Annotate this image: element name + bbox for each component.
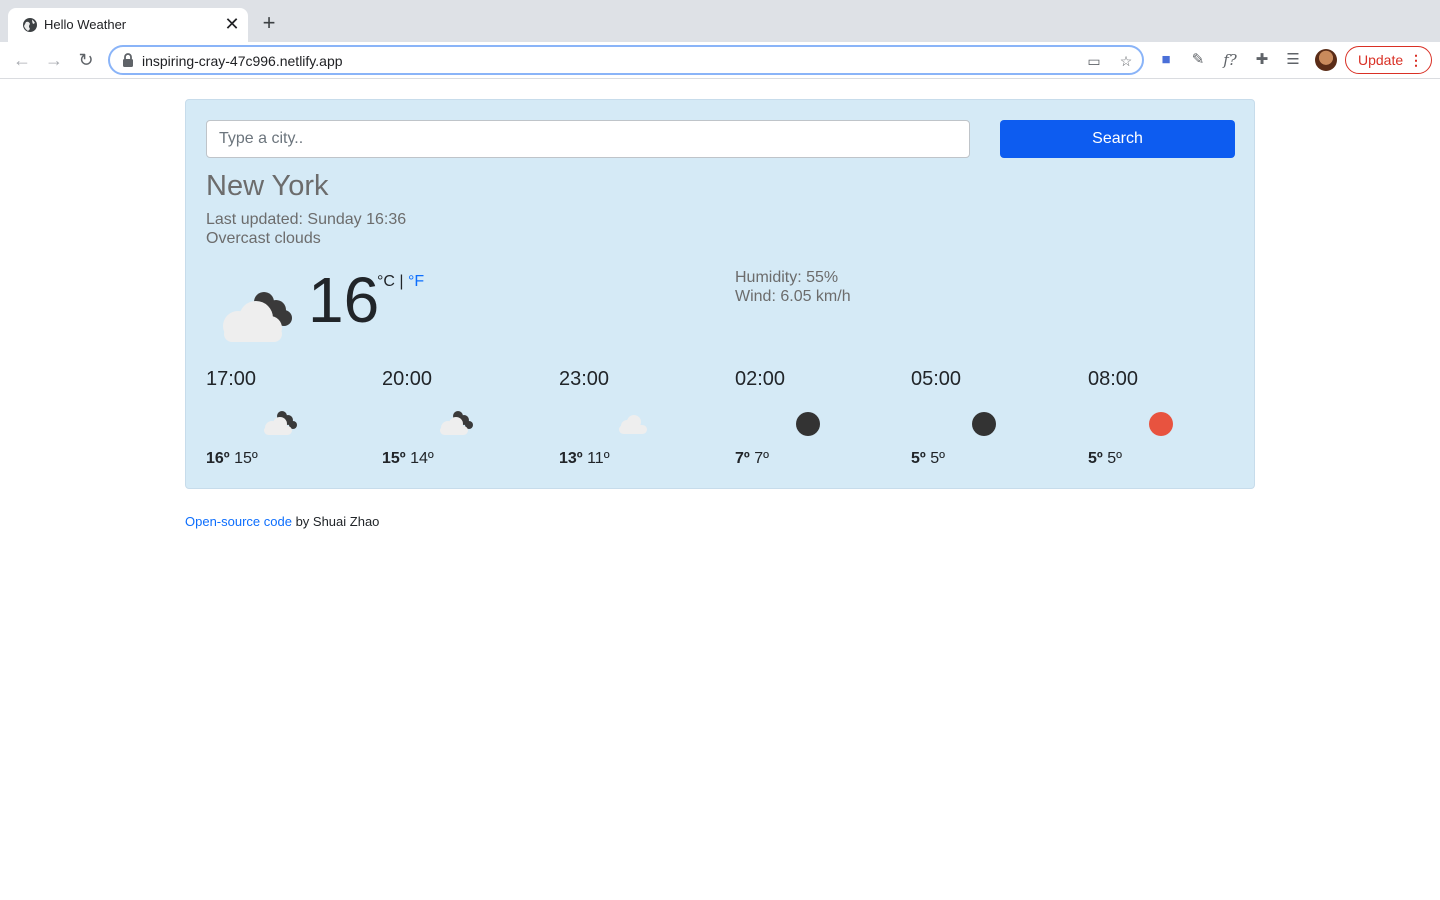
forecast-min-temp: 15º — [234, 450, 258, 467]
forecast-time: 23:00 — [559, 368, 610, 390]
forecast-item: 17:00 16º 15º — [206, 368, 376, 478]
forecast-temps: 16º 15º — [206, 450, 258, 468]
sun-icon — [1149, 412, 1173, 436]
kebab-menu-icon: ⋮ — [1409, 52, 1423, 68]
forecast-time: 08:00 — [1088, 368, 1139, 390]
star-icon[interactable]: ☆ — [1117, 52, 1135, 70]
forecast-min-temp: 5º — [1107, 450, 1122, 467]
unit-fahrenheit-link[interactable]: °F — [408, 273, 424, 290]
broken-clouds-icon — [264, 411, 297, 435]
update-button[interactable]: Update ⋮ — [1345, 46, 1432, 74]
reload-icon[interactable]: ↻ — [74, 48, 98, 72]
forecast-time: 17:00 — [206, 368, 257, 390]
browser-tab-bar: Hello Weather ✕ + — [0, 0, 1440, 42]
forecast-temps: 13º 11º — [559, 450, 610, 468]
city-name: New York — [206, 170, 329, 202]
forecast-max-temp: 15º — [382, 450, 406, 467]
unit-separator: | — [399, 273, 404, 290]
forecast-time: 05:00 — [911, 368, 962, 390]
weather-description: Overcast clouds — [206, 230, 321, 247]
forecast-temps: 5º 5º — [911, 450, 945, 468]
avatar[interactable] — [1315, 49, 1337, 71]
puzzle-icon[interactable]: ✚ — [1252, 50, 1272, 70]
camera-extension-icon[interactable]: ■ — [1156, 50, 1176, 70]
open-source-link[interactable]: Open-source code — [185, 514, 292, 529]
dark-circle-icon — [796, 412, 820, 436]
forecast-max-temp: 13º — [559, 450, 583, 467]
browser-tab[interactable]: Hello Weather ✕ — [8, 8, 248, 42]
forecast-max-temp: 5º — [911, 450, 926, 467]
unit-celsius[interactable]: °C — [377, 273, 395, 290]
forecast-time: 02:00 — [735, 368, 786, 390]
footer: Open-source code by Shuai Zhao — [185, 514, 379, 529]
font-extension-icon[interactable]: f? — [1220, 50, 1240, 70]
footer-author: by Shuai Zhao — [291, 514, 380, 529]
update-label: Update — [1358, 52, 1404, 68]
humidity: Humidity: 55% — [735, 269, 839, 286]
lock-icon — [123, 53, 133, 67]
weather-card: Search New York Last updated: Sunday 16:… — [185, 99, 1255, 489]
url-text: inspiring-cray-47c996.netlify.app — [142, 53, 343, 69]
last-updated: Last updated: Sunday 16:36 — [206, 211, 407, 228]
forecast-min-temp: 11º — [587, 450, 610, 467]
forecast-item: 05:00 5º 5º — [911, 368, 1081, 478]
globe-icon — [23, 18, 37, 32]
forecast-min-temp: 14º — [410, 450, 434, 467]
forecast-temps: 7º 7º — [735, 450, 769, 468]
eyedropper-extension-icon[interactable]: ✎ — [1188, 50, 1208, 70]
forecast-item: 20:00 15º 14º — [382, 368, 552, 478]
forecast-min-temp: 7º — [754, 450, 769, 467]
forecast-item: 08:00 5º 5º — [1088, 368, 1258, 478]
broken-clouds-icon — [440, 411, 473, 435]
forecast-min-temp: 5º — [930, 450, 945, 467]
address-bar[interactable]: inspiring-cray-47c996.netlify.app ▭ ☆ — [108, 45, 1144, 75]
new-tab-icon[interactable]: + — [258, 12, 280, 35]
forward-arrow-icon[interactable]: → — [42, 48, 66, 72]
back-arrow-icon[interactable]: ← — [10, 48, 34, 72]
dark-circle-icon — [972, 412, 996, 436]
reading-list-icon[interactable]: ☰ — [1283, 50, 1303, 70]
forecast-item: 23:00 13º 11º — [559, 368, 729, 478]
cloud-icon — [619, 415, 647, 434]
close-icon[interactable]: ✕ — [222, 14, 242, 34]
browser-toolbar: ← → ↻ inspiring-cray-47c996.netlify.app … — [0, 42, 1440, 79]
city-search-input[interactable] — [206, 120, 970, 158]
forecast-temps: 5º 5º — [1088, 450, 1122, 468]
forecast-max-temp: 7º — [735, 450, 750, 467]
forecast-max-temp: 5º — [1088, 450, 1103, 467]
forecast-item: 02:00 7º 7º — [735, 368, 905, 478]
tab-title: Hello Weather — [44, 17, 127, 32]
wind: Wind: 6.05 km/h — [735, 288, 851, 305]
unit-toggle: °C | °F — [377, 273, 424, 291]
forecast-time: 20:00 — [382, 368, 433, 390]
forecast-temps: 15º 14º — [382, 450, 434, 468]
forecast: 17:00 16º 15º 20:00 15º 14º 23:00 13º 11… — [206, 368, 1236, 478]
forecast-max-temp: 16º — [206, 450, 230, 467]
current-temperature: 16 — [308, 264, 380, 336]
search-button[interactable]: Search — [1000, 120, 1235, 158]
cast-icon[interactable]: ▭ — [1085, 52, 1103, 70]
broken-clouds-icon — [223, 292, 292, 342]
